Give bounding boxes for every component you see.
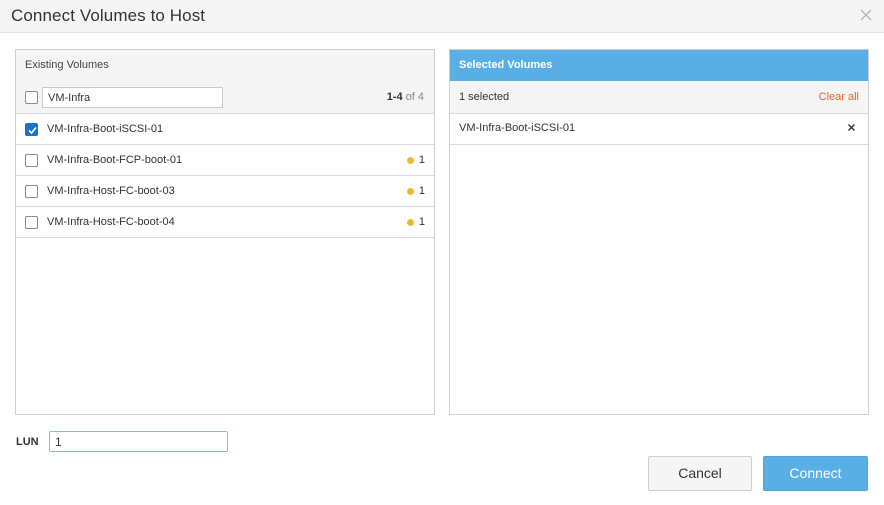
volume-name: VM-Infra-Host-FC-boot-04 [47,216,175,228]
remove-icon[interactable] [847,123,856,132]
checkmark-icon [28,126,37,135]
selected-volume-name: VM-Infra-Boot-iSCSI-01 [459,122,576,134]
volume-checkbox[interactable] [25,216,38,229]
volume-checkbox[interactable] [25,123,38,136]
connection-count: 1 [418,185,425,197]
volume-row[interactable]: VM-Infra-Boot-iSCSI-01 [16,114,434,145]
existing-volumes-header: Existing Volumes [16,50,434,81]
cancel-button[interactable]: Cancel [648,456,752,491]
volume-name: VM-Infra-Boot-iSCSI-01 [47,123,164,135]
existing-volumes-list: VM-Infra-Boot-iSCSI-01 VM-Infra-Boot-FCP-… [16,114,434,238]
range-current: 1-4 [386,91,403,103]
connect-volumes-dialog: Connect Volumes to Host Existing Volumes… [0,0,884,505]
connect-button[interactable]: Connect [763,456,868,491]
selected-volumes-list: VM-Infra-Boot-iSCSI-01 [450,114,868,145]
dialog-title: Connect Volumes to Host [11,6,206,25]
volume-name: VM-Infra-Boot-FCP-boot-01 [47,154,183,166]
volume-name: VM-Infra-Host-FC-boot-03 [47,185,175,197]
selected-volumes-toolbar: 1 selected Clear all [450,81,868,114]
status-dot-icon [407,157,414,164]
selected-volumes-panel: Selected Volumes 1 selected Clear all VM… [449,49,869,415]
existing-volumes-toolbar: 1-4 of 4 [16,81,434,114]
selected-count: 1 selected [459,91,510,103]
lun-input[interactable] [49,431,228,452]
volume-row[interactable]: VM-Infra-Boot-FCP-boot-01 1 [16,145,434,176]
volume-checkbox[interactable] [25,154,38,167]
selected-volumes-header: Selected Volumes [450,50,868,81]
existing-volumes-panel: Existing Volumes 1-4 of 4 VM-Infra-Boot-… [15,49,435,415]
connection-count: 1 [418,154,425,166]
clear-all-link[interactable]: Clear all [819,91,859,103]
volume-checkbox[interactable] [25,185,38,198]
range-total: of 4 [402,91,424,103]
status-dot-icon [407,188,414,195]
dialog-header: Connect Volumes to Host [0,0,884,33]
selected-volume-row: VM-Infra-Boot-iSCSI-01 [450,114,868,145]
volume-filter-input[interactable] [42,87,223,108]
status-dot-icon [407,219,414,226]
select-all-checkbox[interactable] [25,91,38,104]
lun-label: LUN [16,436,39,448]
volume-row[interactable]: VM-Infra-Host-FC-boot-03 1 [16,176,434,207]
volume-row[interactable]: VM-Infra-Host-FC-boot-04 1 [16,207,434,238]
close-icon[interactable] [858,7,874,23]
connection-count: 1 [418,216,425,228]
pagination-range: 1-4 of 4 [387,91,424,103]
